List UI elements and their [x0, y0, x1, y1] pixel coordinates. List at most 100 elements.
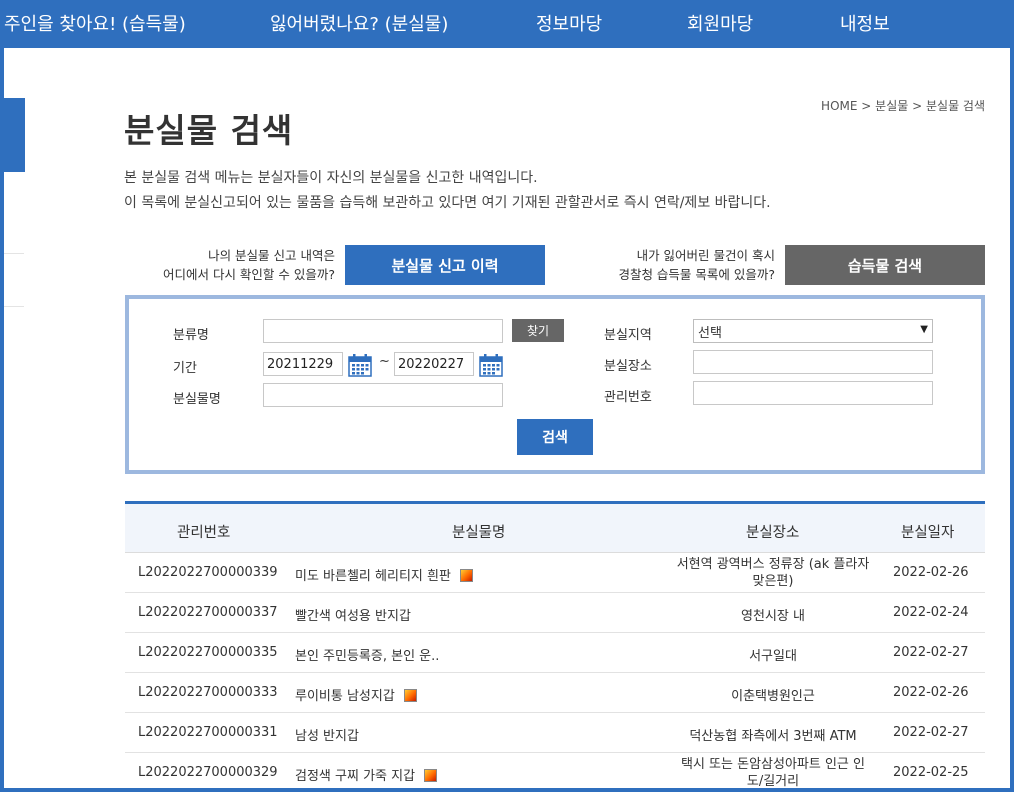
description-line: 본 분실물 검색 메뉴는 분실자들이 자신의 분실물을 신고한 내역입니다.: [124, 170, 538, 186]
nav-found-items[interactable]: 주인을 찾아요! (습득물): [4, 10, 186, 36]
nav-my-info[interactable]: 내정보: [840, 10, 890, 36]
row-manage-number: L2022022700000337: [138, 605, 278, 620]
row-date: 2022-02-24: [893, 605, 969, 620]
item-name-label: 분실물명: [173, 392, 221, 407]
row-place: 덕산농협 좌측에서 3번째 ATM: [673, 725, 873, 744]
row-date: 2022-02-26: [893, 565, 969, 580]
breadcrumb: HOME > 분실물 > 분실물 검색: [821, 97, 985, 114]
header-place: 분실장소: [746, 525, 800, 541]
row-item-link[interactable]: 루이비통 남성지갑: [295, 685, 417, 704]
row-date: 2022-02-27: [893, 645, 969, 660]
side-divider: [4, 306, 24, 307]
row-item-name: 본인 주민등록증, 본인 운..: [295, 649, 440, 664]
calendar-icon[interactable]: [348, 353, 372, 377]
table-row[interactable]: L2022022700000335 본인 주민등록증, 본인 운.. 서구일대 202…: [125, 633, 985, 673]
image-icon: [403, 689, 417, 702]
period-label: 기간: [173, 361, 197, 376]
row-place: 서구일대: [673, 645, 873, 664]
nav-members[interactable]: 회원마당: [687, 10, 753, 36]
breadcrumb-current: 분실물 검색: [925, 99, 985, 113]
item-name-input[interactable]: [263, 383, 503, 407]
page-description: 본 분실물 검색 메뉴는 분실자들이 자신의 분실물을 신고한 내역입니다. 이…: [124, 166, 771, 216]
row-item-name: 빨간색 여성용 반지갑: [295, 609, 411, 624]
table-body: L2022022700000339 미도 바른첼리 헤리티지 흰판 서현역 광역버스…: [125, 553, 985, 792]
row-item-link[interactable]: 남성 반지갑: [295, 725, 359, 744]
row-place-line: 이춘택병원인근: [731, 689, 815, 704]
side-menu-tab[interactable]: [4, 98, 25, 172]
description-line: 이 목록에 분실신고되어 있는 물품을 습득해 보관하고 있다면 여기 기재된 …: [124, 195, 771, 211]
found-items-search-button[interactable]: 습득물 검색: [785, 245, 985, 285]
row-manage-number: L2022022700000335: [138, 645, 278, 660]
row-place-line: 서구일대: [749, 649, 797, 664]
row-place-line: 덕산농협 좌측에서 3번째 ATM: [689, 729, 857, 744]
row-manage-number: L2022022700000329: [138, 765, 278, 780]
row-place: 영천시장 내: [673, 605, 873, 624]
top-navigation: 주인을 찾아요! (습득물) 잃어버렸나요? (분실물) 정보마당 회원마당 내…: [0, 0, 1014, 48]
row-place-line: 서현역 광역버스 정류장 (ak 플라자: [676, 557, 870, 572]
row-manage-number: L2022022700000331: [138, 725, 278, 740]
table-row[interactable]: L2022022700000331 남성 반지갑 덕산농협 좌측에서 3번째 ATM…: [125, 713, 985, 753]
nav-info[interactable]: 정보마당: [536, 10, 602, 36]
header-date: 분실일자: [901, 525, 955, 541]
row-date: 2022-02-27: [893, 725, 969, 740]
side-divider: [4, 253, 24, 254]
date-to-input[interactable]: [394, 352, 474, 376]
image-icon: [424, 769, 438, 782]
page-title: 분실물 검색: [124, 111, 294, 150]
region-select[interactable]: 선택 ▼: [693, 319, 933, 343]
row-item-name: 검정색 구찌 가죽 지갑: [295, 769, 416, 784]
place-input[interactable]: [693, 350, 933, 374]
nav-lost-items[interactable]: 잃어버렸나요? (분실물): [270, 10, 448, 36]
report-history-button[interactable]: 분실물 신고 이력: [345, 245, 545, 285]
place-label: 분실장소: [604, 359, 652, 374]
category-label: 분류명: [173, 328, 209, 343]
table-row[interactable]: L2022022700000339 미도 바른첼리 헤리티지 흰판 서현역 광역버스…: [125, 553, 985, 593]
row-item-name: 미도 바른첼리 헤리티지 흰판: [295, 569, 451, 584]
date-range-separator: ~: [379, 354, 390, 369]
search-button[interactable]: 검색: [517, 419, 593, 455]
breadcrumb-home[interactable]: HOME: [821, 99, 857, 113]
prompt-line: 어디에서 다시 확인할 수 있을까?: [162, 267, 335, 282]
row-item-link[interactable]: 미도 바른첼리 헤리티지 흰판: [295, 565, 473, 584]
row-date: 2022-02-26: [893, 685, 969, 700]
row-place: 이춘택병원인근: [673, 685, 873, 704]
calendar-icon[interactable]: [479, 353, 503, 377]
find-category-button[interactable]: 찾기: [512, 319, 564, 342]
row-place-line: 맞은편): [752, 574, 794, 589]
row-place: 서현역 광역버스 정류장 (ak 플라자맞은편): [673, 556, 873, 590]
region-label: 분실지역: [604, 328, 652, 343]
row-manage-number: L2022022700000333: [138, 685, 278, 700]
breadcrumb-lost[interactable]: 분실물: [875, 99, 908, 113]
row-place-line: 택시 또는 돈암삼성아파트 인근 인: [681, 757, 865, 772]
header-manage-number: 관리번호: [177, 525, 231, 541]
table-row[interactable]: L2022022700000337 빨간색 여성용 반지갑 영천시장 내 2022-0…: [125, 593, 985, 633]
row-date: 2022-02-25: [893, 765, 969, 780]
image-icon: [459, 569, 473, 582]
row-place: 택시 또는 돈암삼성아파트 인근 인도/길거리: [673, 756, 873, 790]
prompt-line: 경찰청 습득물 목록에 있을까?: [618, 267, 775, 282]
manage-number-label: 관리번호: [604, 390, 652, 405]
date-from-input[interactable]: [263, 352, 343, 376]
breadcrumb-separator-icon: >: [861, 99, 876, 113]
row-place-line: 영천시장 내: [741, 609, 805, 624]
table-header: 관리번호 분실물명 분실장소 분실일자: [125, 501, 985, 553]
row-manage-number: L2022022700000339: [138, 565, 278, 580]
report-history-prompt: 나의 분실물 신고 내역은 어디에서 다시 확인할 수 있을까?: [148, 246, 335, 284]
breadcrumb-separator-icon: >: [912, 99, 926, 113]
row-item-name: 루이비통 남성지갑: [295, 689, 395, 704]
row-item-link[interactable]: 검정색 구찌 가죽 지갑: [295, 765, 438, 784]
table-row[interactable]: L2022022700000333 루이비통 남성지갑 이춘택병원인근 2022-02…: [125, 673, 985, 713]
row-item-link[interactable]: 본인 주민등록증, 본인 운..: [295, 645, 439, 664]
manage-number-input[interactable]: [693, 381, 933, 405]
prompt-line: 내가 잃어버린 물건이 혹시: [636, 248, 775, 263]
header-item-name: 분실물명: [452, 525, 506, 541]
region-select-value: 선택: [698, 325, 722, 341]
chevron-down-icon: ▼: [920, 324, 928, 335]
table-row[interactable]: L2022022700000329 검정색 구찌 가죽 지갑 택시 또는 돈암삼성아…: [125, 753, 985, 792]
found-search-prompt: 내가 잃어버린 물건이 혹시 경찰청 습득물 목록에 있을까?: [590, 246, 775, 284]
category-input[interactable]: [263, 319, 503, 343]
row-item-name: 남성 반지갑: [295, 729, 359, 744]
row-place-line: 도/길거리: [746, 774, 800, 789]
row-item-link[interactable]: 빨간색 여성용 반지갑: [295, 605, 411, 624]
prompt-line: 나의 분실물 신고 내역은: [208, 248, 335, 263]
